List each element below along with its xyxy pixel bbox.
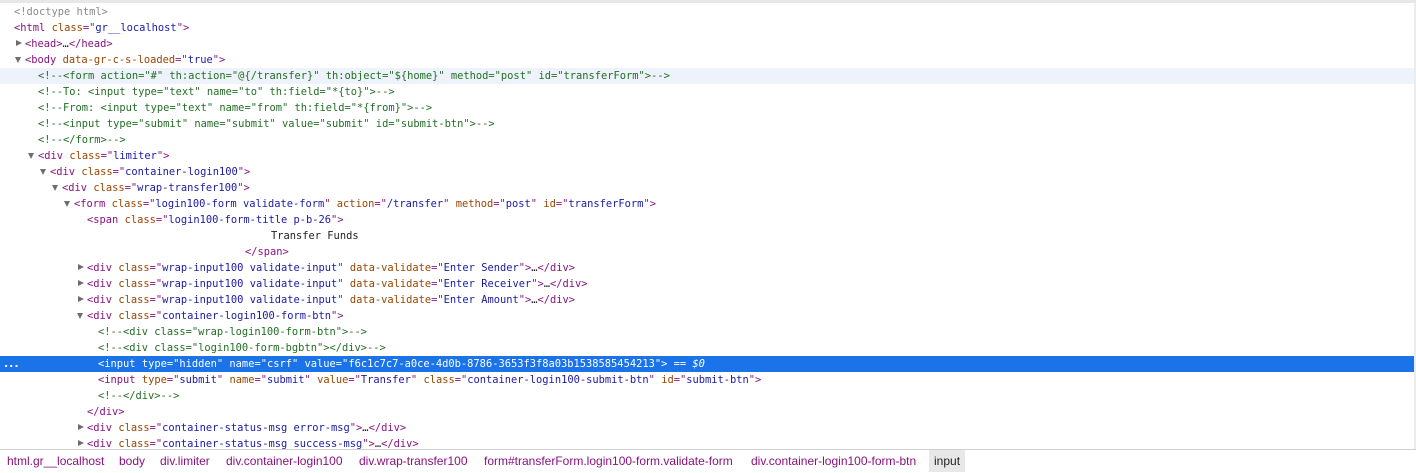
- span-node: <span class="login100-form-title p-b-26"…: [87, 214, 344, 226]
- body-attr-name: data-gr-c-s-loaded: [62, 54, 176, 66]
- comment-text: <!--<form action="#" th:action="@{/trans…: [38, 70, 670, 82]
- status-msg-node: <div class="container-status-msg error-m…: [87, 422, 407, 434]
- tree-row-form[interactable]: <form class="login100-form validate-form…: [0, 196, 1414, 212]
- expand-triangle-icon[interactable]: [78, 424, 84, 430]
- breadcrumb-item-input[interactable]: input: [929, 450, 966, 472]
- span-close: </span>: [245, 246, 289, 258]
- comment-text: <!--<div class="wrap-login100-form-btn">…: [98, 326, 367, 338]
- body-node: <body data-gr-c-s-loaded="true">: [25, 54, 226, 66]
- tree-row-head[interactable]: <head>…</head>: [0, 36, 1414, 52]
- comment-text: <!--<div class="login100-form-bgbtn"></d…: [98, 342, 386, 354]
- collapse-triangle-icon[interactable]: [52, 185, 58, 191]
- tree-row-input-wrap[interactable]: <div class="wrap-input100 validate-input…: [0, 260, 1414, 276]
- collapse-triangle-icon[interactable]: [15, 57, 21, 63]
- comment-text: <!--To: <input type="text" name="to" th:…: [38, 86, 395, 98]
- breadcrumb-item-container-login[interactable]: div.container-login100: [221, 450, 348, 472]
- collapse-triangle-icon[interactable]: [64, 201, 70, 207]
- expand-triangle-icon[interactable]: [16, 40, 22, 46]
- tree-row-hidden-input-selected[interactable]: ... <input type="hidden" name="csrf" val…: [0, 356, 1414, 372]
- tree-row-comment[interactable]: <!--From: <input type="text" name="from"…: [0, 100, 1414, 116]
- collapse-triangle-icon[interactable]: [77, 313, 83, 319]
- tree-row-input-wrap[interactable]: <div class="wrap-input100 validate-input…: [0, 292, 1414, 308]
- more-actions-icon[interactable]: ...: [4, 356, 20, 372]
- breadcrumb-item-btn-container[interactable]: div.container-login100-form-btn: [746, 450, 921, 472]
- tree-row-submit-input[interactable]: <input type="submit" name="submit" value…: [0, 372, 1414, 388]
- input-wrap-node: <div class="wrap-input100 validate-input…: [87, 278, 588, 290]
- collapse-triangle-icon[interactable]: [40, 169, 46, 175]
- breadcrumb-item-html[interactable]: html.gr__localhost: [2, 450, 109, 472]
- tree-row-doctype[interactable]: <!doctype html>: [0, 4, 1414, 20]
- breadcrumb-item-body[interactable]: body: [114, 450, 150, 472]
- head-node: <head>…</head>: [25, 36, 113, 52]
- body-tag: body: [31, 54, 57, 66]
- expand-triangle-icon[interactable]: [78, 280, 84, 286]
- limiter-node: <div class="limiter">: [38, 150, 170, 162]
- tree-row-comment[interactable]: <!--</div>-->: [0, 388, 1414, 404]
- tree-row-span-text[interactable]: Transfer Funds: [0, 228, 1414, 244]
- breadcrumb-item-limiter[interactable]: div.limiter: [155, 450, 215, 472]
- form-node: <form class="login100-form validate-form…: [74, 198, 656, 210]
- tree-row-span[interactable]: <span class="login100-form-title p-b-26"…: [0, 212, 1414, 228]
- tree-row-btn-container[interactable]: <div class="container-login100-form-btn"…: [0, 308, 1414, 324]
- tree-row-wrap-transfer[interactable]: <div class="wrap-transfer100">: [0, 180, 1414, 196]
- expand-triangle-icon[interactable]: [78, 296, 84, 302]
- btn-container-node: <div class="container-login100-form-btn"…: [87, 310, 344, 322]
- input-wrap-node: <div class="wrap-input100 validate-input…: [87, 294, 576, 306]
- tree-row-comment[interactable]: <!--<div class="wrap-login100-form-btn">…: [0, 324, 1414, 340]
- container-login-node: <div class="container-login100">: [50, 166, 251, 178]
- tree-row-comment[interactable]: <!--</form>-->: [0, 132, 1414, 148]
- tree-row-container-login[interactable]: <div class="container-login100">: [0, 164, 1414, 180]
- elements-tree: <!doctype html> <html class="gr__localho…: [0, 4, 1414, 452]
- tree-row-comment[interactable]: <!--<input type="submit" name="submit" v…: [0, 116, 1414, 132]
- body-attr-value: true: [187, 54, 213, 66]
- comment-text: <!--<input type="submit" name="submit" v…: [38, 118, 495, 130]
- breadcrumb-item-wrap-transfer[interactable]: div.wrap-transfer100: [354, 450, 473, 472]
- tree-row-input-wrap[interactable]: <div class="wrap-input100 validate-input…: [0, 276, 1414, 292]
- wrap-transfer-node: <div class="wrap-transfer100">: [62, 182, 250, 194]
- submit-input-node: <input type="submit" name="submit" value…: [98, 374, 762, 386]
- tree-row-html[interactable]: <html class="gr__localhost">: [0, 20, 1414, 36]
- collapse-triangle-icon[interactable]: [28, 153, 34, 159]
- tree-row-comment[interactable]: <!--<form action="#" th:action="@{/trans…: [0, 68, 1414, 84]
- html-attr-value: gr__localhost: [95, 22, 177, 34]
- input-wrap-node: <div class="wrap-input100 validate-input…: [87, 262, 576, 274]
- comment-text: <!--</div>-->: [98, 390, 180, 402]
- tree-row-comment[interactable]: <!--<div class="login100-form-bgbtn"></d…: [0, 340, 1414, 356]
- tree-row-span-close[interactable]: </span>: [0, 244, 1414, 260]
- head-close: </head>: [68, 38, 113, 50]
- dollar-zero-marker: == $0: [673, 358, 705, 370]
- tree-row-status-error[interactable]: <div class="container-status-msg error-m…: [0, 420, 1414, 436]
- expand-triangle-icon[interactable]: [78, 440, 84, 446]
- html-attr-name: class: [51, 22, 83, 34]
- doctype-text: <!doctype html>: [14, 6, 108, 18]
- tree-row-comment[interactable]: <!--To: <input type="text" name="to" th:…: [0, 84, 1414, 100]
- tree-row-div-close[interactable]: </div>: [0, 404, 1414, 420]
- html-node: <html class="gr__localhost">: [14, 22, 190, 34]
- tree-row-limiter[interactable]: <div class="limiter">: [0, 148, 1414, 164]
- comment-text: <!--</form>-->: [38, 134, 126, 146]
- hidden-input-node: <input type="hidden" name="csrf" value="…: [98, 358, 705, 370]
- tree-row-body[interactable]: <body data-gr-c-s-loaded="true">: [0, 52, 1414, 68]
- html-tag: html: [20, 22, 46, 34]
- breadcrumb-item-form[interactable]: form#transferForm.login100-form.validate…: [479, 450, 738, 472]
- span-text: Transfer Funds: [271, 230, 359, 242]
- div-close: </div>: [87, 406, 125, 418]
- expand-triangle-icon[interactable]: [78, 264, 84, 270]
- head-open: <head>: [25, 38, 63, 50]
- top-border: [0, 0, 1416, 3]
- comment-text: <!--From: <input type="text" name="from"…: [38, 102, 433, 114]
- breadcrumb: html.gr__localhost body div.limiter div.…: [0, 449, 1416, 473]
